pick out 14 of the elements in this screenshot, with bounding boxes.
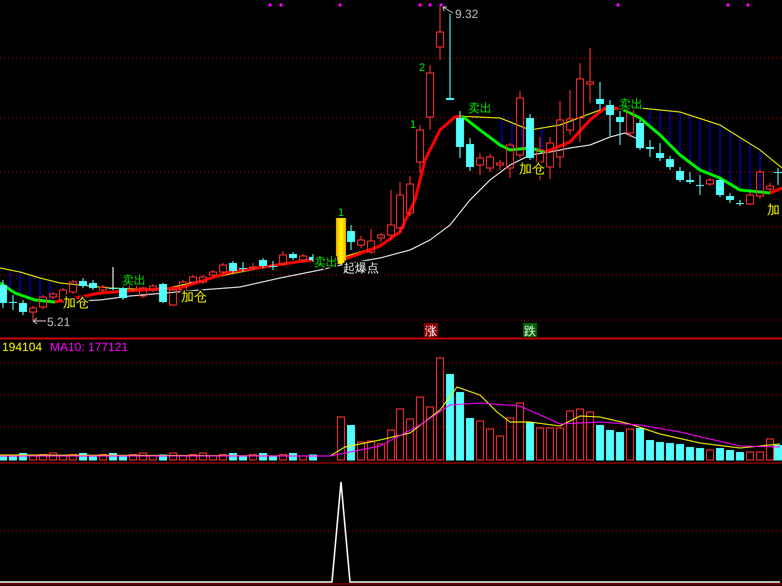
add-position-label: 加仓: [181, 289, 207, 304]
low-price-label: 5.21: [47, 315, 70, 329]
add-position-label: 加: [767, 202, 780, 217]
sell-signal-label: 卖出: [122, 273, 146, 287]
ma10-value: MA10: 177121: [50, 340, 128, 354]
volume-value: 194104: [2, 340, 42, 354]
wave-label: 2: [419, 62, 426, 74]
wave-label: 1: [338, 207, 344, 219]
trend-tag: 涨: [424, 323, 438, 338]
trend-tag: 跌: [523, 323, 537, 338]
breakout-label: 起爆点: [343, 261, 379, 275]
wave-label: 1: [410, 119, 416, 131]
sell-signal-label: 卖出: [468, 101, 492, 115]
high-price-label: 9.32: [455, 7, 478, 21]
